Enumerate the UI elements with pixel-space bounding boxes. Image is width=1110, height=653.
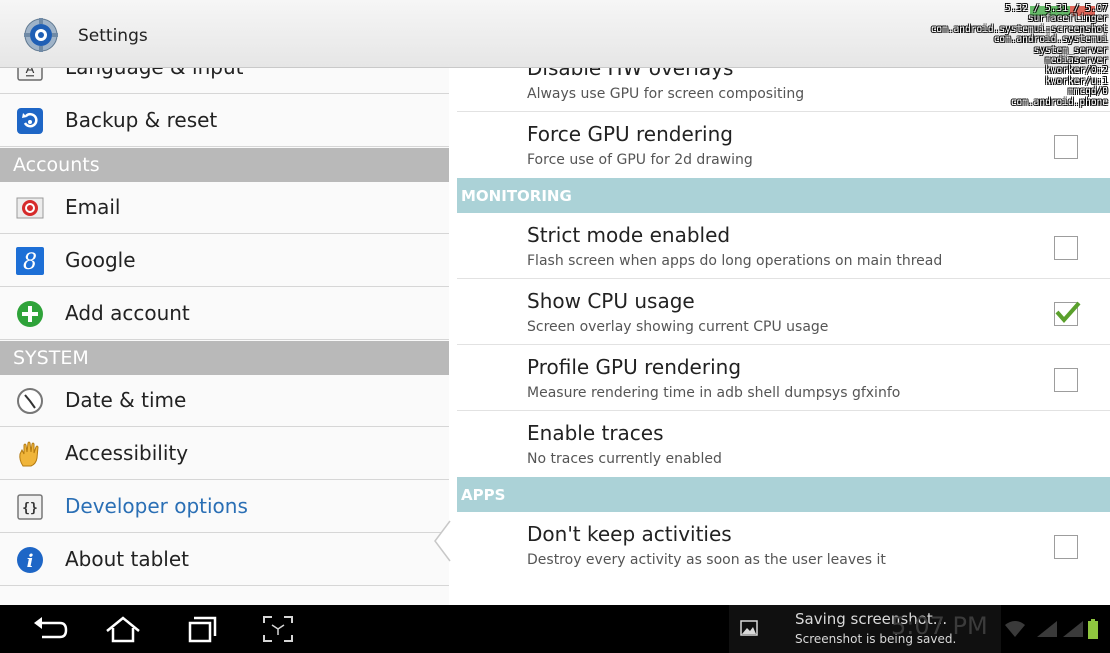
home-icon[interactable] [103, 613, 143, 645]
sidebar-item-email[interactable]: Email [0, 182, 449, 234]
checkbox[interactable] [1054, 135, 1078, 159]
gallery-icon [740, 620, 758, 636]
sidebar-item-date-time[interactable]: Date & time [0, 375, 449, 427]
sidebar-item-label: Accessibility [65, 441, 189, 465]
settings-gear-icon[interactable] [24, 18, 58, 52]
sidebar-item-add-account[interactable]: Add account [0, 288, 449, 340]
clock: 5:07 PM [891, 612, 988, 640]
pref-enable-traces[interactable]: Enable traces No traces currently enabled [457, 411, 1110, 477]
app-title: Settings [78, 26, 148, 46]
sidebar-item-label: Add account [65, 301, 190, 325]
back-icon[interactable] [30, 613, 70, 645]
section-header-label: Accounts [13, 154, 100, 176]
pref-profile-gpu-rendering[interactable]: Profile GPU rendering Measure rendering t… [457, 345, 1110, 411]
pref-strict-mode-enabled[interactable]: Strict mode enabled Flash screen when app… [457, 213, 1110, 279]
pref-summary: Measure rendering time in adb shell dump… [527, 385, 901, 401]
cpu-overlay-line: com.android.phone [1010, 96, 1108, 108]
pref-title: Force GPU rendering [527, 122, 733, 146]
pref-title: Profile GPU rendering [527, 355, 742, 379]
pref-show-cpu-usage[interactable]: Show CPU usage Screen overlay showing cur… [457, 279, 1110, 345]
navigation-bar: 5:07 PM Saving screenshot... Screenshot … [0, 605, 1110, 653]
checkbox[interactable] [1054, 301, 1081, 326]
email-icon [16, 194, 44, 222]
pref-title: Show CPU usage [527, 289, 695, 313]
language-icon: A [16, 68, 44, 82]
selection-indicator-icon [434, 520, 451, 562]
status-icons[interactable] [1005, 617, 1105, 641]
sidebar-item-language-input[interactable]: A Language & input [0, 68, 449, 94]
screenshot-icon[interactable] [258, 613, 298, 645]
clock-icon [16, 387, 44, 415]
pref-summary: Flash screen when apps do long operation… [527, 253, 943, 269]
backup-icon [16, 107, 44, 135]
sidebar-item-label: Developer options [65, 494, 248, 518]
signal-icon [1037, 621, 1083, 637]
sidebar-item-developer-options[interactable]: {} Developer options [0, 481, 449, 533]
sidebar-item-google[interactable]: 8 Google [0, 235, 449, 287]
sidebar-item-label: Language & input [65, 68, 243, 79]
section-header-system: SYSTEM [0, 341, 449, 375]
pref-title: Disable HW overlays [527, 68, 734, 80]
section-header-monitoring: MONITORING [457, 178, 1110, 213]
google-icon: 8 [16, 247, 44, 275]
checkbox[interactable] [1054, 236, 1078, 260]
checkmark-icon [1055, 301, 1081, 324]
wifi-icon [1005, 621, 1025, 637]
braces-icon: {} [16, 493, 44, 521]
pref-summary: Force use of GPU for 2d drawing [527, 152, 753, 168]
section-header-apps: APPS [457, 477, 1110, 512]
section-header-label: MONITORING [461, 187, 572, 205]
battery-icon [1088, 619, 1098, 639]
sidebar-item-label: About tablet [65, 547, 189, 571]
pref-summary: Destroy every activity as soon as the us… [527, 552, 886, 568]
add-account-icon [16, 300, 44, 328]
developer-options-list: Disable HW overlays Always use GPU for sc… [457, 68, 1110, 605]
cpu-usage-overlay: 5.32 / 5.31 / 5.07 surfaceflinger com.andr… [931, 3, 1108, 108]
checkbox[interactable] [1054, 368, 1078, 392]
sidebar-item-backup-reset[interactable]: Backup & reset [0, 95, 449, 147]
sidebar-item-accessibility[interactable]: Accessibility [0, 428, 449, 480]
section-header-label: SYSTEM [13, 347, 89, 369]
pref-don-t-keep-activities[interactable]: Don't keep activities Destroy every activ… [457, 512, 1110, 578]
pref-title: Strict mode enabled [527, 223, 731, 247]
info-icon: i [16, 546, 44, 574]
pref-summary: No traces currently enabled [527, 451, 722, 467]
svg-text:A: A [26, 68, 35, 76]
sidebar-item-label: Date & time [65, 388, 187, 412]
recent-apps-icon[interactable] [181, 613, 221, 645]
svg-text:8: 8 [23, 250, 37, 275]
sidebar-item-label: Google [65, 248, 136, 272]
section-header-label: APPS [461, 486, 506, 504]
pref-force-gpu-rendering[interactable]: Force GPU rendering Force use of GPU for … [457, 112, 1110, 178]
settings-category-list: A Language & input Backup & reset Accounts E… [0, 68, 449, 605]
svg-text:{}: {} [22, 501, 38, 516]
settings-screen: Settings 5.32 / 5.31 / 5.07 surfaceflinge… [0, 0, 1110, 653]
sidebar-item-about-tablet[interactable]: i About tablet [0, 534, 449, 586]
sidebar-item-label: Backup & reset [65, 108, 218, 132]
checkbox[interactable] [1054, 535, 1078, 559]
pref-summary: Screen overlay showing current CPU usage [527, 319, 829, 335]
pref-title: Enable traces [527, 421, 664, 445]
svg-text:i: i [27, 551, 34, 572]
section-header-accounts: Accounts [0, 148, 449, 182]
pref-summary: Always use GPU for screen compositing [527, 86, 805, 102]
pref-title: Don't keep activities [527, 522, 732, 546]
hand-icon [16, 440, 44, 468]
sidebar-item-label: Email [65, 195, 121, 219]
